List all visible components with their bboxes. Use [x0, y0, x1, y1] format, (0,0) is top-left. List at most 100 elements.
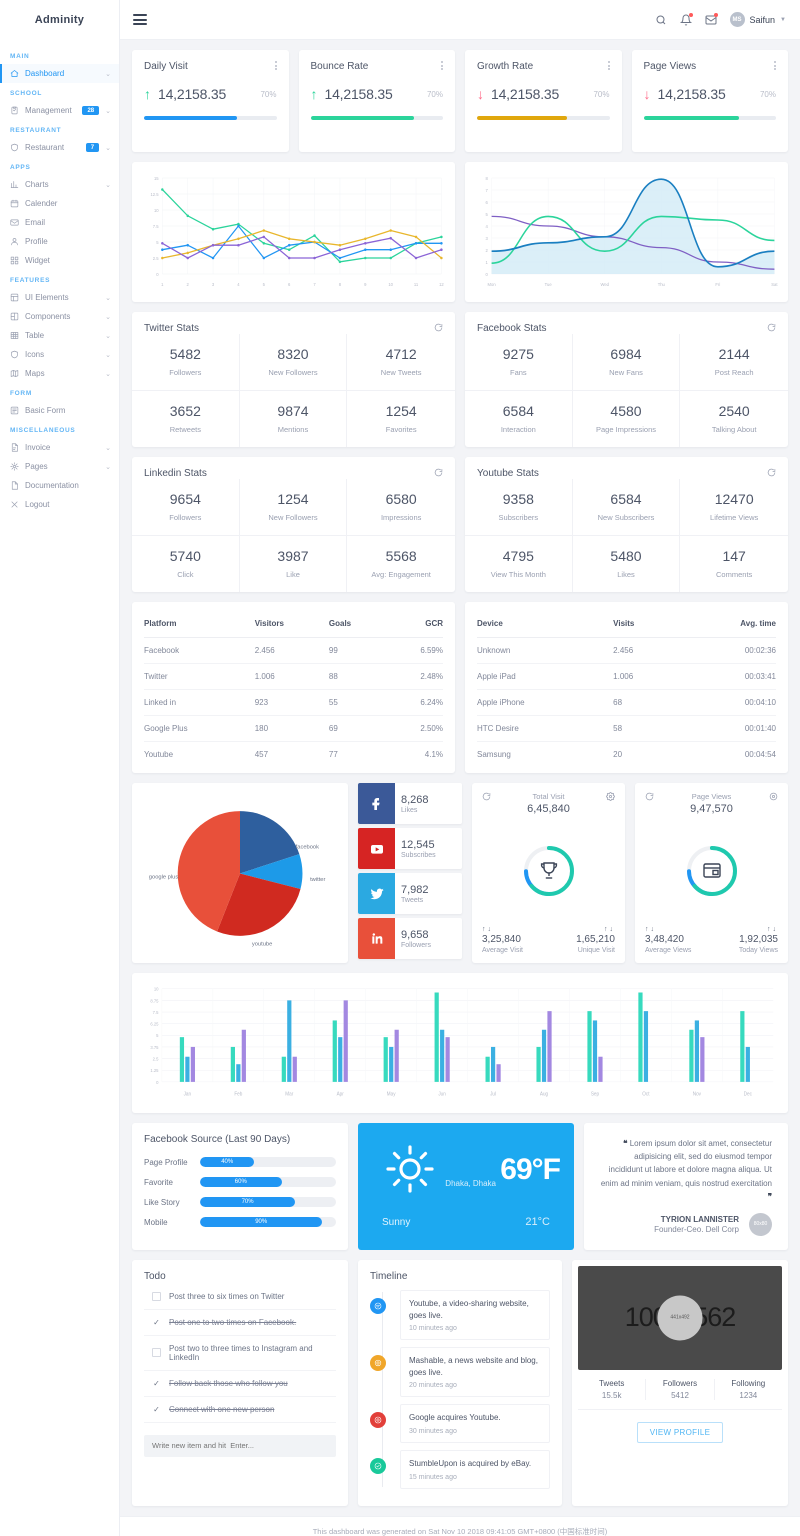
trophy-icon [540, 861, 557, 879]
refresh-icon[interactable] [482, 792, 491, 801]
svg-text:7: 7 [313, 282, 316, 287]
table-cell: Linked in [144, 689, 255, 716]
user-menu[interactable]: MS Saifun ▼ [729, 12, 786, 27]
progress-value: 90% [200, 1217, 323, 1227]
stat-label: Followers [169, 513, 202, 522]
sidebar-item-components[interactable]: Components ⌄ [0, 307, 119, 326]
svg-text:6.25: 6.25 [150, 1021, 159, 1026]
menu-toggle-icon[interactable] [130, 11, 150, 28]
counter-label: Likes [401, 806, 418, 814]
check-icon: ✓ [153, 1404, 160, 1414]
social-counter-facebook[interactable]: 8,268 Likes [358, 783, 462, 824]
sidebar-item-icons[interactable]: Icons ⌄ [0, 345, 119, 364]
sidebar-item-widget[interactable]: Widget [0, 251, 119, 270]
sidebar-item-documentation[interactable]: Documentation [0, 476, 119, 495]
table-cell: 2.50% [385, 715, 443, 742]
youtube-stats-card: Youtube Stats 9358 Subscribers 6584 New Subs… [465, 457, 788, 592]
stat-card-page-views: Page Views ↓ 14,2158.35 70% [631, 50, 788, 152]
sidebar-item-restaurant[interactable]: Restaurant 7 ⌄ [0, 138, 119, 157]
sidebar-caption: MAIN [10, 53, 30, 60]
svg-text:Fri: Fri [715, 282, 720, 287]
stat-cell: 4580 Page Impressions [573, 391, 681, 447]
checkbox[interactable] [152, 1348, 161, 1358]
todo-item[interactable]: Post two to three times to Instagram and… [144, 1336, 336, 1371]
todo-item[interactable]: Post three to six times on Twitter [144, 1284, 336, 1310]
refresh-icon[interactable] [434, 468, 443, 477]
progress-bar: 90% [200, 1217, 336, 1227]
stat-label: Avg: Engagement [371, 570, 431, 579]
sidebar-item-maps[interactable]: Maps ⌄ [0, 364, 119, 383]
svg-text:Jun: Jun [438, 1091, 446, 1097]
smile-icon [370, 1297, 386, 1314]
timeline-time: 15 minutes ago [409, 1473, 457, 1481]
todo-item[interactable]: ✓ Follow back those who follow you [144, 1371, 336, 1397]
gear-icon[interactable] [769, 792, 778, 801]
stat-cell: 9275 Fans [465, 334, 573, 391]
brand-logo[interactable]: Adminity [0, 0, 119, 40]
svg-text:May: May [387, 1091, 396, 1097]
search-icon[interactable] [655, 14, 667, 26]
multi-line-chart: 0 2.5 5 7.5 10 12.5 15 1 2 3 4 5 6 7 8 9 10 11 12 [132, 162, 455, 302]
svg-text:Dec: Dec [744, 1091, 753, 1097]
chevron-down-icon: ⌄ [105, 444, 111, 452]
bell-badge-dot [688, 12, 693, 17]
refresh-icon[interactable] [434, 323, 443, 332]
sidebar-item-pages[interactable]: Pages ⌄ [0, 457, 119, 476]
stat-cell: 3652 Retweets [132, 391, 240, 447]
refresh-icon[interactable] [767, 323, 776, 332]
stat-label: Mentions [277, 425, 309, 434]
checkbox[interactable] [152, 1291, 161, 1301]
more-options-icon[interactable] [274, 61, 277, 72]
table-cell: 69 [328, 715, 386, 742]
gear-icon [370, 1355, 386, 1372]
sidebar-item-charts[interactable]: Charts ⌄ [0, 175, 119, 194]
todo-item[interactable]: ✓ Post one to two times on Facebook. [144, 1310, 336, 1336]
sidebar-item-invoice[interactable]: Invoice ⌄ [0, 438, 119, 457]
sidebar-item-label: Restaurant [25, 143, 65, 152]
svg-text:2.5: 2.5 [153, 1056, 159, 1061]
social-counter-linkedin[interactable]: 9,658 Followers [358, 918, 462, 959]
social-counter-youtube[interactable]: 12,545 Subscribes [358, 828, 462, 869]
sidebar-item-email[interactable]: Email [0, 213, 119, 232]
sidebar-item-basic-form[interactable]: Basic Form [0, 401, 119, 420]
mail-icon[interactable] [705, 12, 718, 26]
todo-item[interactable]: ✓ Connect with one new person [144, 1397, 336, 1423]
card-title: Linkedin Stats [144, 468, 207, 479]
svg-text:7: 7 [486, 188, 489, 193]
more-options-icon[interactable] [441, 61, 443, 72]
chevron-down-icon: ⌄ [105, 351, 111, 359]
refresh-icon[interactable] [645, 792, 654, 801]
sidebar-item-dashboard[interactable]: Dashboard ⌄ [0, 64, 119, 83]
refresh-icon[interactable] [767, 468, 776, 477]
sidebar-item-label: Calender [25, 199, 58, 208]
todo-input[interactable] [144, 1434, 336, 1457]
timeline-item: Mashable, a news website and blog, goes … [370, 1347, 550, 1398]
trend-up-icon: ↑ [310, 86, 318, 102]
doc-icon [10, 481, 19, 490]
stat-label: Likes [617, 570, 635, 579]
sidebar-item-label: Widget [25, 256, 50, 265]
social-stats-row-1: Twitter Stats 5482 Followers 8320 New Follow… [132, 312, 788, 447]
stat-label: New Followers [268, 513, 318, 522]
sidebar-item-table[interactable]: Table ⌄ [0, 326, 119, 345]
counter-value: 12,545 [401, 838, 435, 851]
view-profile-button[interactable]: VIEW PROFILE [636, 1421, 724, 1443]
table-row: Twitter 1.006 88 2.48% [144, 663, 443, 690]
stat-label: Subscribers [498, 513, 539, 522]
gear-icon[interactable] [606, 792, 615, 801]
more-options-icon[interactable] [774, 61, 776, 72]
stat-number: 9654 [169, 491, 201, 507]
social-counter-twitter[interactable]: 7,982 Tweets [358, 873, 462, 914]
sidebar-item-calender[interactable]: Calender [0, 194, 119, 213]
bell-icon[interactable] [679, 12, 693, 26]
sidebar-item-logout[interactable]: Logout [0, 495, 119, 514]
header-actions: MS Saifun ▼ [655, 12, 786, 27]
sidebar-item-management[interactable]: Management 28 ⌄ [0, 101, 119, 120]
todo-timeline-profile-row: Todo Post three to six times on Twitter ✓… [132, 1259, 788, 1506]
svg-text:8: 8 [339, 282, 342, 287]
sidebar-item-ui-elements[interactable]: UI Elements ⌄ [0, 288, 119, 307]
sidebar-item-profile[interactable]: Profile [0, 232, 119, 251]
profile-stat-label: Tweets [598, 1378, 625, 1388]
more-options-icon[interactable] [607, 61, 610, 72]
sidebar: Adminity MAIN Dashboard ⌄ SCHOOL Management 2… [0, 0, 120, 1536]
